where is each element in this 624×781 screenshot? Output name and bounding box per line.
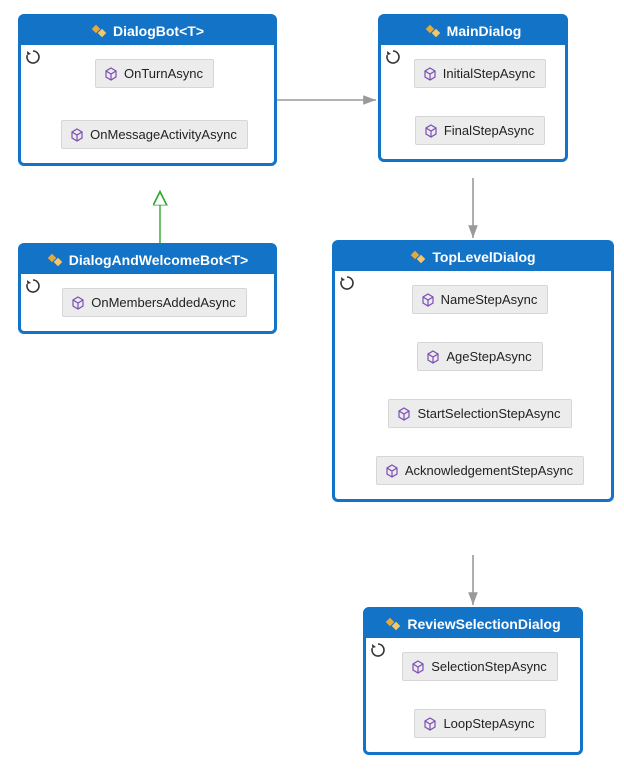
class-title: MainDialog bbox=[447, 23, 522, 39]
class-icon bbox=[91, 23, 107, 39]
class-icon bbox=[385, 616, 401, 632]
method-label: StartSelectionStepAsync bbox=[417, 406, 560, 421]
cycle-icon bbox=[25, 49, 41, 65]
class-header: ReviewSelectionDialog bbox=[366, 610, 580, 638]
method-label: NameStepAsync bbox=[441, 292, 538, 307]
method-item: LoopStepAsync bbox=[414, 709, 545, 738]
method-label: FinalStepAsync bbox=[444, 123, 534, 138]
method-item: OnMessageActivityAsync bbox=[61, 120, 248, 149]
class-icon bbox=[47, 252, 63, 268]
cycle-icon bbox=[370, 642, 386, 658]
class-icon bbox=[425, 23, 441, 39]
class-icon bbox=[410, 249, 426, 265]
method-label: InitialStepAsync bbox=[443, 66, 536, 81]
cube-icon bbox=[70, 128, 84, 142]
cube-icon bbox=[71, 296, 85, 310]
cube-icon bbox=[423, 717, 437, 731]
cube-icon bbox=[426, 350, 440, 364]
class-body: InitialStepAsync FinalStepAsync bbox=[381, 45, 565, 159]
class-body: SelectionStepAsync LoopStepAsync bbox=[366, 638, 580, 752]
method-label: AgeStepAsync bbox=[446, 349, 531, 364]
class-reviewselectiondialog: ReviewSelectionDialog SelectionStepAsync bbox=[363, 607, 583, 755]
method-item: AgeStepAsync bbox=[417, 342, 542, 371]
cube-icon bbox=[421, 293, 435, 307]
cycle-icon bbox=[339, 275, 355, 291]
class-maindialog: MainDialog InitialStepAsync FinalS bbox=[378, 14, 568, 162]
method-item: NameStepAsync bbox=[412, 285, 549, 314]
method-label: OnMessageActivityAsync bbox=[90, 127, 237, 142]
cube-icon bbox=[104, 67, 118, 81]
cube-icon bbox=[424, 124, 438, 138]
method-label: OnTurnAsync bbox=[124, 66, 203, 81]
class-topleveldialog: TopLevelDialog NameStepAsync AgeSt bbox=[332, 240, 614, 502]
class-header: MainDialog bbox=[381, 17, 565, 45]
method-label: AcknowledgementStepAsync bbox=[405, 463, 573, 478]
class-title: DialogBot<T> bbox=[113, 23, 204, 39]
method-label: SelectionStepAsync bbox=[431, 659, 547, 674]
cube-icon bbox=[397, 407, 411, 421]
method-item: StartSelectionStepAsync bbox=[388, 399, 571, 428]
class-body: OnTurnAsync OnMessageActivityAsync bbox=[21, 45, 274, 163]
class-title: ReviewSelectionDialog bbox=[407, 616, 560, 632]
cycle-icon bbox=[25, 278, 41, 294]
class-header: TopLevelDialog bbox=[335, 243, 611, 271]
class-dialogandwelcomebot: DialogAndWelcomeBot<T> OnMembersAddedAsy… bbox=[18, 243, 277, 334]
class-title: DialogAndWelcomeBot<T> bbox=[69, 252, 248, 268]
method-item: SelectionStepAsync bbox=[402, 652, 558, 681]
method-item: OnMembersAddedAsync bbox=[62, 288, 247, 317]
class-body: OnMembersAddedAsync bbox=[21, 274, 274, 331]
cube-icon bbox=[385, 464, 399, 478]
method-label: LoopStepAsync bbox=[443, 716, 534, 731]
cube-icon bbox=[411, 660, 425, 674]
class-dialogbot: DialogBot<T> OnTurnAsync OnMessage bbox=[18, 14, 277, 166]
class-body: NameStepAsync AgeStepAsync StartSelectio… bbox=[335, 271, 611, 499]
method-item: OnTurnAsync bbox=[95, 59, 214, 88]
class-header: DialogAndWelcomeBot<T> bbox=[21, 246, 274, 274]
method-item: AcknowledgementStepAsync bbox=[376, 456, 584, 485]
cycle-icon bbox=[385, 49, 401, 65]
method-label: OnMembersAddedAsync bbox=[91, 295, 236, 310]
method-item: InitialStepAsync bbox=[414, 59, 547, 88]
method-item: FinalStepAsync bbox=[415, 116, 545, 145]
class-header: DialogBot<T> bbox=[21, 17, 274, 45]
class-title: TopLevelDialog bbox=[432, 249, 535, 265]
diagram-canvas: DialogBot<T> OnTurnAsync OnMessage bbox=[0, 0, 624, 781]
cube-icon bbox=[423, 67, 437, 81]
